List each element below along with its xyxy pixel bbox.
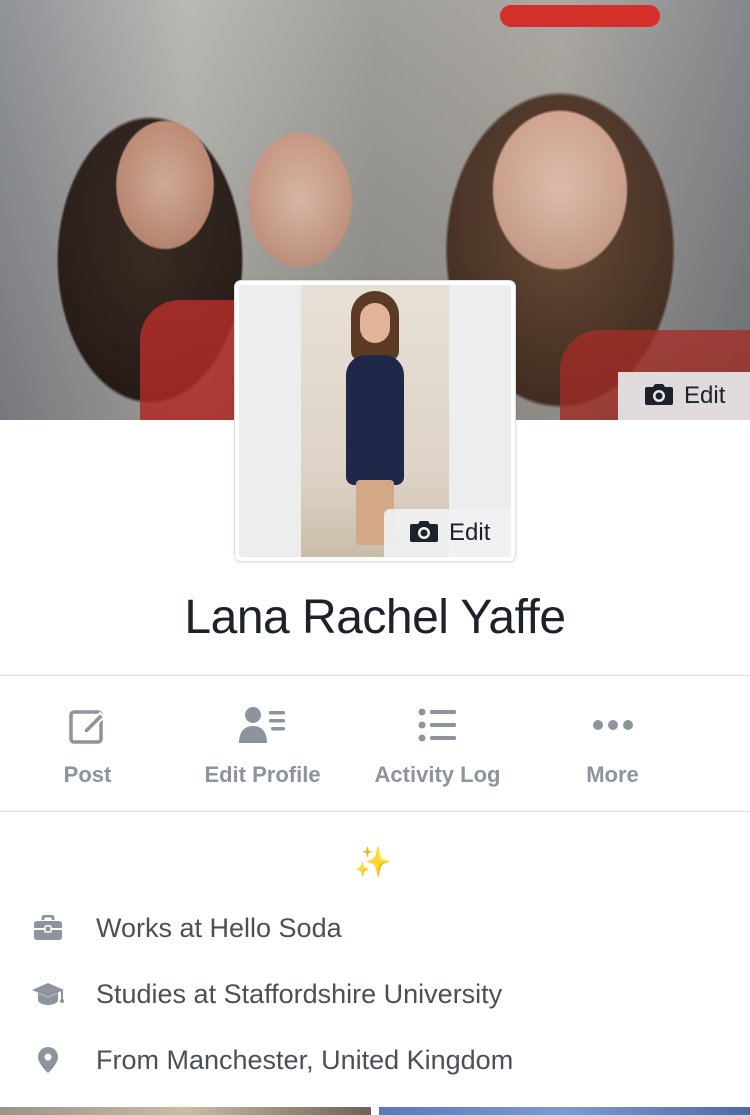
photo-thumbnail[interactable] xyxy=(379,1107,750,1115)
more-label: More xyxy=(586,762,639,787)
edit-cover-label: Edit xyxy=(684,382,726,409)
camera-icon xyxy=(409,519,439,548)
person-list-icon xyxy=(238,704,288,746)
divider xyxy=(0,811,750,812)
camera-icon xyxy=(644,382,674,411)
profile-action-bar: Post Edit Profile Activity Log More xyxy=(0,676,750,811)
intro-item-education[interactable]: Studies at Staffordshire University xyxy=(0,964,750,1024)
intro-hometown-text: From Manchester, United Kingdom xyxy=(96,1044,514,1075)
post-label: Post xyxy=(63,762,112,787)
compose-icon xyxy=(68,704,108,746)
edit-profile-picture-button[interactable]: Edit xyxy=(384,509,511,557)
profile-picture-frame: Edit xyxy=(239,285,511,557)
activity-log-label: Activity Log xyxy=(374,762,501,787)
edit-profile-picture-label: Edit xyxy=(449,519,491,546)
list-icon xyxy=(418,704,458,746)
profile-name: Lana Rachel Yaffe xyxy=(184,591,566,644)
profile-photo-detail xyxy=(346,355,404,485)
activity-log-button[interactable]: Activity Log xyxy=(350,676,525,811)
profile-photo-detail xyxy=(360,303,390,343)
photo-thumbnail[interactable] xyxy=(0,1107,371,1115)
edit-profile-button[interactable]: Edit Profile xyxy=(175,676,350,811)
bio-text: ✨ xyxy=(354,846,392,879)
photos-preview xyxy=(0,1107,750,1115)
more-dots-icon xyxy=(592,704,634,746)
intro-item-hometown[interactable]: From Manchester, United Kingdom xyxy=(0,1030,750,1090)
intro-item-work[interactable]: Works at Hello Soda xyxy=(0,898,750,958)
briefcase-icon xyxy=(0,915,96,941)
intro-education-text: Studies at Staffordshire University xyxy=(96,978,503,1009)
intro-work-text: Works at Hello Soda xyxy=(96,912,342,943)
post-button[interactable]: Post xyxy=(0,676,175,811)
more-button[interactable]: More xyxy=(525,676,700,811)
edit-cover-photo-button[interactable]: Edit xyxy=(618,372,750,420)
edit-profile-label: Edit Profile xyxy=(204,762,321,787)
profile-picture[interactable]: Edit xyxy=(235,281,515,561)
graduation-cap-icon xyxy=(0,981,96,1007)
location-pin-icon xyxy=(0,1046,96,1074)
